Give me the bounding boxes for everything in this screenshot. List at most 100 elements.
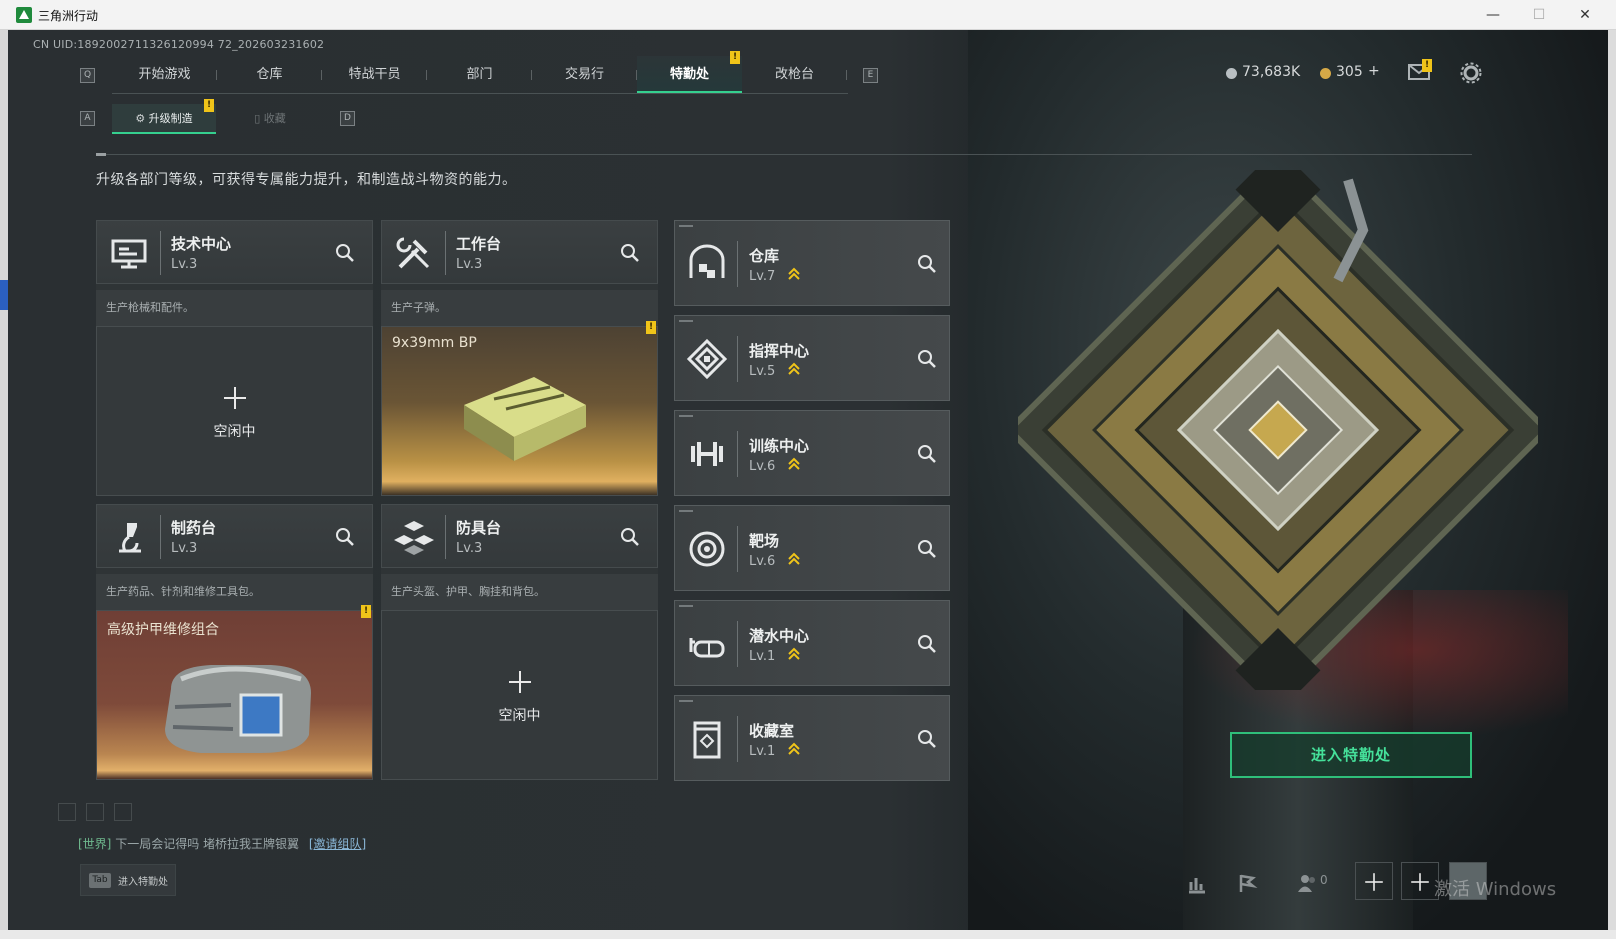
facility-level: Lv.5 xyxy=(749,364,776,379)
party-slot-add[interactable] xyxy=(1355,862,1393,900)
search-icon[interactable] xyxy=(915,537,939,561)
facility-row-collection-room[interactable]: 收藏室 Lv.1 xyxy=(674,695,950,781)
page-subtitle: 升级各部门等级，可获得专属能力提升，和制造战斗物资的能力。 xyxy=(96,172,517,188)
facility-level: Lv.7 xyxy=(749,269,776,284)
tab-warehouse[interactable]: 仓库 xyxy=(217,56,322,94)
upgrade-chevron-icon xyxy=(788,647,800,660)
nav-next-key-hint: E xyxy=(863,68,878,83)
quick-slot[interactable] xyxy=(114,803,132,821)
upgrade-chevron-icon xyxy=(788,742,800,755)
desktop-right-edge xyxy=(1608,30,1616,930)
special-ops-badge: ! xyxy=(730,51,740,64)
tab-start-game[interactable]: 开始游戏 xyxy=(112,56,217,94)
craft-icon: ⚙ xyxy=(135,112,149,125)
upgrade-chevron-icon xyxy=(788,552,800,565)
friends-icon[interactable] xyxy=(1296,872,1318,894)
window-titlebar: 三角洲行动 — ☐ ✕ xyxy=(0,0,1616,30)
workbench-badge: ! xyxy=(646,321,656,334)
separator xyxy=(737,526,738,572)
facility-row-training-center[interactable]: 训练中心 Lv.6 xyxy=(674,410,950,496)
facility-row-shooting-range[interactable]: 靶场 Lv.6 xyxy=(674,505,950,591)
idle-status: 空闲中 xyxy=(498,708,541,724)
station-card-workbench[interactable]: 工作台 Lv.3 生产子弹。 9x39mm BP ! xyxy=(381,220,658,496)
coin-amount: 73,683K xyxy=(1242,64,1301,80)
flag-icon[interactable] xyxy=(1236,872,1258,894)
tab-hint-button[interactable]: Tab 进入特勤处 xyxy=(80,864,176,896)
facility-row-command-center[interactable]: 指挥中心 Lv.5 xyxy=(674,315,950,401)
stats-chart-icon[interactable] xyxy=(1186,872,1208,894)
special-ops-core-illustration xyxy=(1018,170,1538,690)
quick-slot[interactable] xyxy=(86,803,104,821)
station-description: 生产子弹。 xyxy=(381,290,658,326)
search-icon[interactable] xyxy=(915,442,939,466)
station-card-tech-center[interactable]: 技术中心 Lv.3 生产枪械和配件。 空闲中 xyxy=(96,220,373,496)
search-icon[interactable] xyxy=(618,241,642,265)
target-icon xyxy=(689,531,725,567)
station-card-pharmacy[interactable]: 制药台 Lv.3 生产药品、针剂和维修工具包。 高级护甲维修组合 ! xyxy=(96,504,373,780)
subtab-collection[interactable]: ▯ 收藏 xyxy=(218,104,322,134)
production-item-name: 高级护甲维修组合 xyxy=(107,622,219,638)
idle-status: 空闲中 xyxy=(213,424,256,440)
station-header: 技术中心 Lv.3 xyxy=(96,220,373,284)
station-level: Lv.3 xyxy=(171,541,198,556)
search-icon[interactable] xyxy=(333,525,357,549)
separator xyxy=(445,231,446,275)
tab-operators[interactable]: 特战干员 xyxy=(322,56,427,94)
station-header: 工作台 Lv.3 xyxy=(381,220,658,284)
facility-level: Lv.1 xyxy=(749,649,776,664)
divider-mark xyxy=(96,153,106,156)
search-icon[interactable] xyxy=(915,252,939,276)
station-name: 制药台 xyxy=(171,519,217,537)
subtab-next-key-hint: D xyxy=(340,111,355,126)
armor-blocks-icon xyxy=(394,521,434,555)
maximize-button[interactable]: ☐ xyxy=(1516,0,1562,30)
idle-slot[interactable]: 空闲中 xyxy=(96,326,373,496)
search-icon[interactable] xyxy=(333,241,357,265)
row-tick xyxy=(679,225,693,227)
tab-gunsmith[interactable]: 改枪台 xyxy=(742,56,847,94)
production-slot[interactable]: 9x39mm BP xyxy=(381,326,658,496)
tab-special-ops[interactable]: 特勤处 xyxy=(637,56,742,94)
game-viewport: CN UID:1892002711326120994 72_2026032316… xyxy=(8,30,1608,930)
station-card-armor-bench[interactable]: 防具台 Lv.3 生产头盔、护甲、胸挂和背包。 空闲中 xyxy=(381,504,658,780)
quick-slot[interactable] xyxy=(58,803,76,821)
facility-name: 训练中心 xyxy=(749,437,810,455)
facility-name: 靶场 xyxy=(749,532,780,550)
search-icon[interactable] xyxy=(915,727,939,751)
separator xyxy=(160,231,161,275)
chat-message: 下一局会记得吗 堵桥拉我王牌银翼 xyxy=(115,837,300,851)
add-currency-button[interactable]: + xyxy=(1368,63,1380,79)
search-icon[interactable] xyxy=(915,632,939,656)
separator xyxy=(737,241,738,287)
separator xyxy=(737,621,738,667)
subtab-upgrade-craft[interactable]: ⚙ 升级制造 xyxy=(112,104,216,134)
row-tick xyxy=(679,510,693,512)
chat-invite-link[interactable]: [邀请组队] xyxy=(309,837,366,851)
settings-gear-icon[interactable] xyxy=(1460,62,1482,84)
minimize-button[interactable]: — xyxy=(1470,0,1516,30)
search-icon[interactable] xyxy=(618,525,642,549)
windows-activation-watermark: 激活 Windows xyxy=(1434,879,1557,900)
station-level: Lv.3 xyxy=(456,257,483,272)
station-name: 防具台 xyxy=(456,519,502,537)
tab-hint-label: 进入特勤处 xyxy=(118,877,168,888)
facility-row-diving-center[interactable]: 潜水中心 Lv.1 xyxy=(674,600,950,686)
facility-row-warehouse[interactable]: 仓库 Lv.7 xyxy=(674,220,950,306)
tab-market[interactable]: 交易行 xyxy=(532,56,637,94)
chat-line: [世界] 下一局会记得吗 堵桥拉我王牌银翼 [邀请组队] xyxy=(78,835,366,852)
station-description: 生产药品、针剂和维修工具包。 xyxy=(96,574,373,610)
diving-mask-icon xyxy=(689,638,725,658)
idle-slot[interactable]: 空闲中 xyxy=(381,610,658,780)
chat-channel: [世界] xyxy=(78,837,112,851)
facility-name: 收藏室 xyxy=(749,722,795,740)
station-description: 生产头盔、护甲、胸挂和背包。 xyxy=(381,574,658,610)
tab-departments[interactable]: 部门 xyxy=(427,56,532,94)
enter-special-ops-button[interactable]: 进入特勤处 xyxy=(1230,732,1472,778)
station-header: 制药台 Lv.3 xyxy=(96,504,373,568)
production-slot[interactable]: 高级护甲维修组合 xyxy=(96,610,373,780)
close-button[interactable]: ✕ xyxy=(1562,0,1608,30)
search-icon[interactable] xyxy=(915,347,939,371)
monitor-icon xyxy=(111,239,147,269)
upgrade-chevron-icon xyxy=(788,362,800,375)
hammer-wrench-icon xyxy=(396,237,430,269)
